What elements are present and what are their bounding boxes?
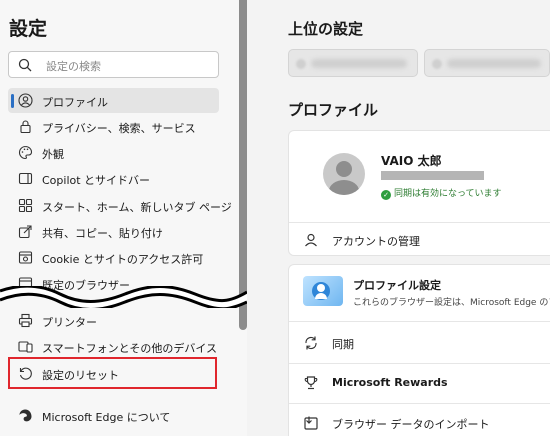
profile-icon	[18, 93, 33, 108]
user-name: VAIO 太郎	[381, 154, 442, 168]
cookie-icon	[18, 251, 33, 264]
settings-search-input[interactable]: 設定の検索	[8, 51, 219, 78]
edge-icon	[19, 409, 32, 422]
manage-account-label: アカウントの管理	[332, 235, 420, 248]
profile-settings-card: プロファイル設定 これらのブラウザー設定は、Microsoft Edge のプロ…	[288, 264, 550, 436]
sidebar-item-copilot[interactable]: Copilot とサイドバー	[8, 166, 219, 191]
sidebar-item-label: 共有、コピー、貼り付け	[42, 227, 163, 240]
palette-icon	[18, 145, 33, 160]
wave-break-divider	[0, 286, 247, 308]
avatar	[323, 153, 365, 195]
sync-status-text: 同期は有効になっています	[394, 189, 502, 199]
sidebar-item-label: Copilot とサイドバー	[42, 174, 151, 187]
sidebar-item-appearance[interactable]: 外観	[8, 140, 219, 165]
sync-status: ✓ 同期は有効になっています	[381, 186, 502, 200]
manage-account-row[interactable]: アカウントの管理	[289, 222, 550, 258]
home-icon	[18, 198, 33, 213]
chip-label-blurred	[311, 59, 407, 68]
sidebar-item-label: プリンター	[42, 316, 97, 329]
person-icon	[305, 233, 317, 247]
sidebar-item-phone-devices[interactable]: スマートフォンとその他のデバイス	[8, 334, 219, 359]
share-icon	[18, 225, 32, 239]
top-setting-chip[interactable]	[424, 49, 550, 77]
top-setting-chip[interactable]	[288, 49, 418, 77]
import-data-row[interactable]: ブラウザー データのインポート	[289, 405, 550, 436]
sidebar-title: 設定	[9, 18, 48, 40]
profile-section-title: プロファイル	[288, 101, 379, 119]
profile-settings-title[interactable]: プロファイル設定	[353, 277, 441, 293]
settings-main-panel: 上位の設定 プロファイル VAIO 太郎 ✓ 同期は有効になっています アカウント…	[247, 0, 550, 436]
divider	[289, 321, 550, 322]
sidebar-item-about-edge[interactable]: Microsoft Edge について	[8, 403, 219, 428]
email-redacted	[381, 171, 484, 180]
sidebar-item-cookies[interactable]: Cookie とサイトのアクセス許可	[8, 245, 219, 270]
microsoft-rewards-label: Microsoft Rewards	[332, 376, 448, 389]
sidebar-item-profile[interactable]: プロファイル	[8, 88, 219, 113]
top-settings-title: 上位の設定	[288, 20, 364, 38]
divider	[289, 363, 550, 364]
sidebar-item-label: 外観	[42, 148, 64, 161]
sidebar-item-label: Microsoft Edge について	[42, 411, 171, 424]
import-data-label: ブラウザー データのインポート	[332, 418, 490, 431]
sidebar-item-printers[interactable]: プリンター	[8, 308, 219, 333]
sync-label: 同期	[332, 338, 354, 351]
profile-settings-desc: これらのブラウザー設定は、Microsoft Edge のプロ	[353, 298, 550, 308]
chip-icon	[296, 59, 306, 69]
sidebar-item-privacy[interactable]: プライバシー、検索、サービス	[8, 114, 219, 139]
search-icon	[18, 58, 32, 72]
printer-icon	[18, 313, 33, 328]
sidebar-item-label: プライバシー、検索、サービス	[42, 122, 196, 135]
sidebar-icon	[18, 172, 33, 185]
sidebar-item-label: スタート、ホーム、新しいタブ ページ	[42, 201, 232, 214]
profile-settings-icon	[303, 276, 343, 306]
search-placeholder: 設定の検索	[46, 60, 101, 73]
phone-icon	[18, 341, 33, 353]
sidebar-item-start-home[interactable]: スタート、ホーム、新しいタブ ページ	[8, 193, 232, 218]
microsoft-rewards-row[interactable]: Microsoft Rewards	[289, 365, 550, 401]
sync-icon	[305, 336, 317, 350]
sidebar-item-label: スマートフォンとその他のデバイス	[42, 342, 218, 355]
reset-settings-highlight	[8, 357, 217, 389]
active-indicator	[11, 94, 14, 108]
sidebar-item-share[interactable]: 共有、コピー、貼り付け	[8, 219, 219, 244]
trophy-icon	[304, 376, 318, 390]
sidebar-scrollbar[interactable]	[239, 0, 247, 330]
check-icon: ✓	[381, 190, 391, 200]
sidebar-item-label: Cookie とサイトのアクセス許可	[42, 253, 204, 266]
divider	[289, 403, 550, 404]
lock-icon	[20, 120, 31, 134]
chip-icon	[432, 59, 442, 69]
sidebar-item-label: プロファイル	[42, 96, 108, 109]
chip-label-blurred	[447, 59, 541, 68]
profile-card: VAIO 太郎 ✓ 同期は有効になっています アカウントの管理	[288, 130, 550, 256]
sync-row[interactable]: 同期	[289, 325, 550, 361]
import-icon	[304, 416, 318, 430]
